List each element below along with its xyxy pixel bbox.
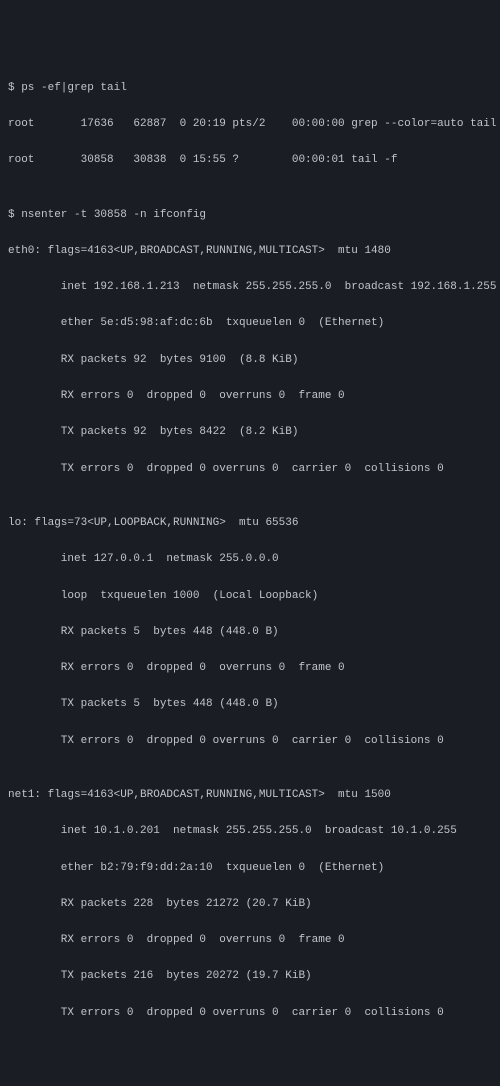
ps-output-row: root 30858 30838 0 15:55 ? 00:00:01 tail…	[8, 151, 492, 169]
command-ps-grep: $ ps -ef|grep tail	[8, 79, 492, 97]
iface-lo-rx-errors: RX errors 0 dropped 0 overruns 0 frame 0	[8, 659, 492, 677]
iface-net1-inet: inet 10.1.0.201 netmask 255.255.255.0 br…	[8, 822, 492, 840]
iface-eth0-tx-errors: TX errors 0 dropped 0 overruns 0 carrier…	[8, 460, 492, 478]
iface-eth0-rx-errors: RX errors 0 dropped 0 overruns 0 frame 0	[8, 387, 492, 405]
ps-output-row: root 17636 62887 0 20:19 pts/2 00:00:00 …	[8, 115, 492, 133]
iface-lo-tx-packets: TX packets 5 bytes 448 (448.0 B)	[8, 695, 492, 713]
iface-lo-rx-packets: RX packets 5 bytes 448 (448.0 B)	[8, 623, 492, 641]
iface-eth0-inet: inet 192.168.1.213 netmask 255.255.255.0…	[8, 278, 492, 296]
iface-eth0-tx-packets: TX packets 92 bytes 8422 (8.2 KiB)	[8, 423, 492, 441]
iface-net1-tx-packets: TX packets 216 bytes 20272 (19.7 KiB)	[8, 967, 492, 985]
iface-lo-inet: inet 127.0.0.1 netmask 255.0.0.0	[8, 550, 492, 568]
iface-eth0-header: eth0: flags=4163<UP,BROADCAST,RUNNING,MU…	[8, 242, 492, 260]
iface-net1-rx-packets: RX packets 228 bytes 21272 (20.7 KiB)	[8, 895, 492, 913]
iface-net1-header: net1: flags=4163<UP,BROADCAST,RUNNING,MU…	[8, 786, 492, 804]
iface-net1-tx-errors: TX errors 0 dropped 0 overruns 0 carrier…	[8, 1004, 492, 1022]
iface-eth0-ether: ether 5e:d5:98:af:dc:6b txqueuelen 0 (Et…	[8, 314, 492, 332]
iface-net1-rx-errors: RX errors 0 dropped 0 overruns 0 frame 0	[8, 931, 492, 949]
command-nsenter-ifconfig: $ nsenter -t 30858 -n ifconfig	[8, 206, 492, 224]
iface-lo-header: lo: flags=73<UP,LOOPBACK,RUNNING> mtu 65…	[8, 514, 492, 532]
iface-lo-tx-errors: TX errors 0 dropped 0 overruns 0 carrier…	[8, 732, 492, 750]
iface-lo-loop: loop txqueuelen 1000 (Local Loopback)	[8, 587, 492, 605]
iface-eth0-rx-packets: RX packets 92 bytes 9100 (8.8 KiB)	[8, 351, 492, 369]
iface-net1-ether: ether b2:79:f9:dd:2a:10 txqueuelen 0 (Et…	[8, 859, 492, 877]
